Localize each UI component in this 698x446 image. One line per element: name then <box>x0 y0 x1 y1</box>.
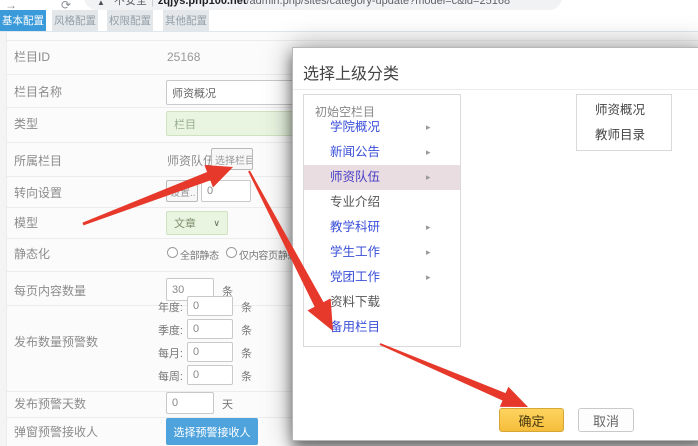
page-size-label: 每页内容数量 <box>14 284 86 298</box>
column-name-label: 栏目名称 <box>14 85 62 99</box>
expand-arrow-icon: ▸ <box>426 215 431 240</box>
type-value: 栏目 <box>174 116 196 132</box>
radio-content-static[interactable] <box>226 247 237 258</box>
left-gutter <box>0 32 7 446</box>
dialog-title: 选择上级分类 <box>303 60 399 84</box>
browser-address-bar: → ⟳ ▲ 不安全|zqjys.php100.net/admin.php/sit… <box>0 0 698 10</box>
confirm-button[interactable]: 确定 <box>499 408 564 432</box>
tree-item-news[interactable]: 新闻公告 ▸ <box>304 140 460 165</box>
tree-item-downloads[interactable]: 资料下载 <box>304 290 460 315</box>
quota-week-input[interactable] <box>187 365 233 385</box>
select-column-button[interactable]: 选择栏目.. <box>211 148 253 170</box>
url-divider: | <box>147 0 158 7</box>
tree-item-student-work[interactable]: 学生工作 ▸ <box>304 240 460 265</box>
url-path: /admin.php/sites/category-update?model=c… <box>247 0 511 7</box>
quota-year-unit: 条 <box>241 299 252 315</box>
tab-permission-config[interactable]: 权限配置 <box>107 10 153 31</box>
static-label: 静态化 <box>14 247 50 261</box>
tree-item-label: 新闻公告 <box>330 140 380 165</box>
type-label: 类型 <box>14 117 38 131</box>
row-divider <box>7 40 698 41</box>
quota-label: 发布数量预警数 <box>14 335 98 349</box>
expand-arrow-icon: ▸ <box>426 140 431 165</box>
subcategory-item-teacher-directory[interactable]: 教师目录 <box>595 123 645 147</box>
quota-week-unit: 条 <box>241 368 252 384</box>
url-text: 不安全|zqjys.php100.net/admin.php/sites/cat… <box>114 0 510 8</box>
warn-days-label: 发布预警天数 <box>14 397 86 411</box>
tree-item-backup-column[interactable]: 备用栏目 <box>304 315 460 340</box>
model-label: 模型 <box>14 216 38 230</box>
subcategory-panel: 师资概况 教师目录 <box>576 94 672 151</box>
column-id-label: 栏目ID <box>14 50 50 64</box>
tree-item-label: 教学科研 <box>330 215 380 240</box>
column-id-value: 25168 <box>167 50 200 64</box>
radio-all-static-label[interactable]: 全部静态 <box>180 247 219 262</box>
expand-arrow-icon: ▸ <box>426 265 431 290</box>
quota-month-input[interactable] <box>187 342 233 362</box>
model-select-value: 文章 <box>174 215 196 231</box>
model-select[interactable]: 文章 ∨ <box>166 211 228 235</box>
tab-other-config[interactable]: 其他配置 <box>163 10 209 31</box>
quota-week-label: 每周: <box>149 368 183 384</box>
confirm-button-label: 确定 <box>518 411 544 430</box>
tree-item-label: 备用栏目 <box>330 315 380 340</box>
category-tree-panel: 初始空栏目 学院概况 ▸ 新闻公告 ▸ 师资队伍 ▸ 专业介绍 教学科研 ▸ 学… <box>303 94 461 347</box>
tree-item-label: 专业介绍 <box>330 190 380 215</box>
tree-item-label: 师资队伍 <box>330 165 380 190</box>
select-receiver-button[interactable]: 选择预警接收人 <box>166 418 258 445</box>
redirect-settings-button-label: 设置.. <box>170 184 196 199</box>
tree-item-label: 学生工作 <box>330 240 380 265</box>
tab-style-config[interactable]: 风格配置 <box>52 10 98 31</box>
expand-arrow-icon: ▸ <box>426 165 431 190</box>
quota-month-label: 每月: <box>149 345 183 361</box>
redirect-label: 转向设置 <box>14 186 62 200</box>
not-secure-icon: ▲ <box>97 0 105 7</box>
warn-days-unit: 天 <box>222 396 233 412</box>
expand-arrow-icon: ▸ <box>426 115 431 140</box>
url-domain: zqjys.php100.net <box>158 0 247 7</box>
radio-all-static[interactable] <box>167 247 178 258</box>
tree-item-college-overview[interactable]: 学院概况 ▸ <box>304 115 460 140</box>
cancel-button-label: 取消 <box>593 411 619 430</box>
redirect-settings-button[interactable]: 设置.. <box>166 180 198 202</box>
url-field[interactable]: ▲ 不安全|zqjys.php100.net/admin.php/sites/c… <box>84 0 562 10</box>
chevron-down-icon: ∨ <box>213 218 220 229</box>
not-secure-label: 不安全 <box>114 0 147 7</box>
tree-item-majors[interactable]: 专业介绍 <box>304 190 460 215</box>
select-column-button-label: 选择栏目.. <box>215 152 253 167</box>
tree-item-label: 党团工作 <box>330 265 380 290</box>
receiver-label: 弹窗预警接收人 <box>14 425 98 439</box>
cancel-button[interactable]: 取消 <box>578 408 634 432</box>
dialog-title-divider <box>293 89 698 90</box>
tab-basic-config[interactable]: 基本配置 <box>0 10 46 31</box>
redirect-input[interactable] <box>201 180 251 202</box>
warn-days-input[interactable] <box>166 392 214 414</box>
tree-item-faculty-team[interactable]: 师资队伍 ▸ <box>304 165 460 190</box>
quota-year-label: 年度: <box>149 299 183 315</box>
tree-item-party-work[interactable]: 党团工作 ▸ <box>304 265 460 290</box>
select-receiver-button-label: 选择预警接收人 <box>174 424 251 440</box>
quota-quarter-label: 季度: <box>149 322 183 338</box>
parent-column-label: 所属栏目 <box>14 154 62 168</box>
tree-item-label: 资料下载 <box>330 290 380 315</box>
quota-year-input[interactable] <box>187 296 233 316</box>
forward-icon[interactable]: → <box>5 0 17 10</box>
expand-arrow-icon: ▸ <box>426 240 431 265</box>
tree-item-teaching-research[interactable]: 教学科研 ▸ <box>304 215 460 240</box>
quota-quarter-input[interactable] <box>187 319 233 339</box>
reload-icon[interactable]: ⟳ <box>61 0 71 10</box>
quota-month-unit: 条 <box>241 345 252 361</box>
subcategory-item-faculty-overview[interactable]: 师资概况 <box>595 98 645 122</box>
quota-quarter-unit: 条 <box>241 322 252 338</box>
tree-item-label: 学院概况 <box>330 115 380 140</box>
select-parent-category-dialog: 选择上级分类 初始空栏目 学院概况 ▸ 新闻公告 ▸ 师资队伍 ▸ 专业介绍 教… <box>292 47 698 441</box>
